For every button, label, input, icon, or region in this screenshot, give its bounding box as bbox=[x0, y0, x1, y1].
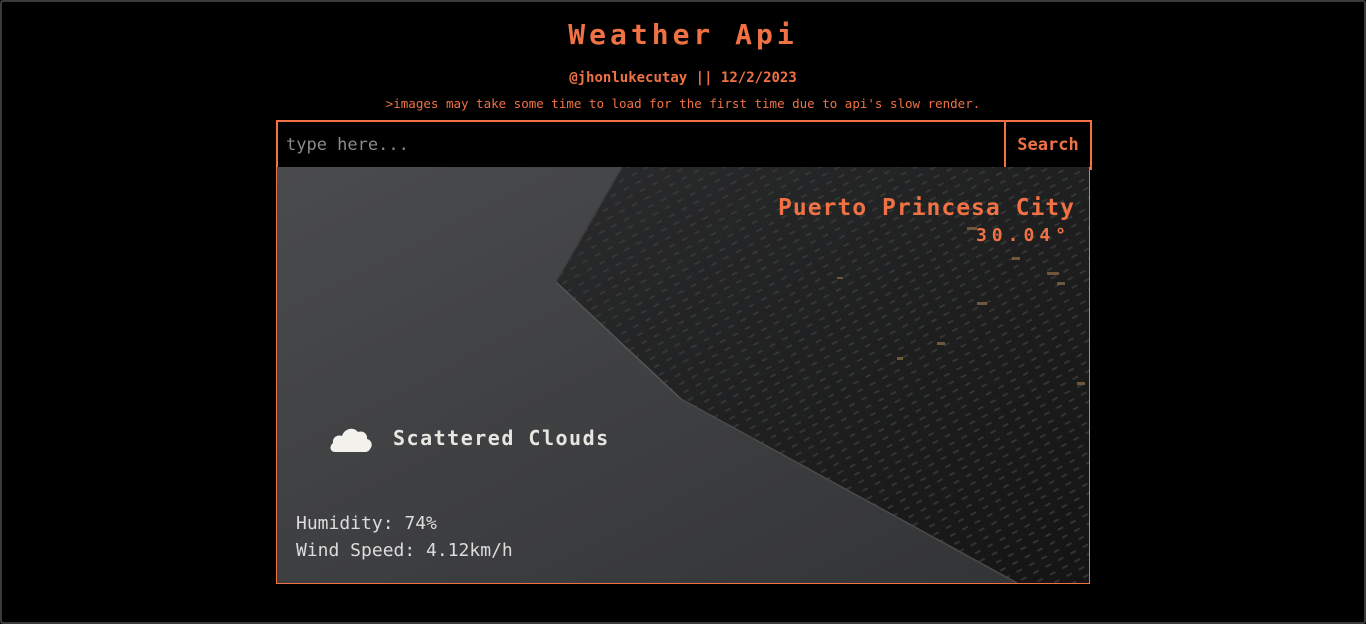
weather-card: Puerto Princesa City 30.04° Scattered Cl… bbox=[276, 167, 1090, 584]
search-bar: Search bbox=[276, 120, 1092, 170]
page-title: Weather Api bbox=[568, 18, 798, 51]
search-button[interactable]: Search bbox=[1004, 122, 1090, 168]
humidity-text: Humidity: 74% bbox=[296, 513, 437, 534]
cloud-icon bbox=[330, 428, 372, 452]
condition-label: Scattered Clouds bbox=[393, 426, 610, 450]
temperature-value: 30.04° bbox=[975, 225, 1071, 246]
search-input[interactable] bbox=[278, 122, 1004, 168]
wind-speed-text: Wind Speed: 4.12km/h bbox=[296, 540, 513, 561]
city-name: Puerto Princesa City bbox=[778, 195, 1075, 221]
author-date-byline: @jhonlukecutay || 12/2/2023 bbox=[569, 70, 797, 86]
loading-note: >images may take some time to load for t… bbox=[385, 96, 981, 111]
weather-condition: Scattered Clouds bbox=[329, 423, 610, 453]
